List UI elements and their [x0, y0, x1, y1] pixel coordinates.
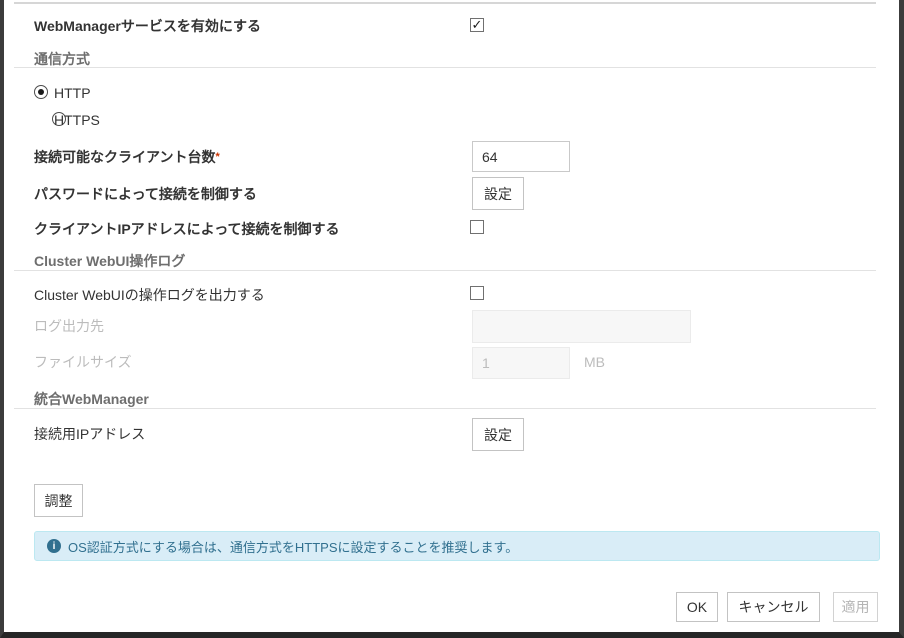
http-radio[interactable] — [34, 85, 48, 99]
password-settings-button[interactable]: 設定 — [472, 177, 524, 210]
info-icon: i — [47, 539, 61, 553]
webmanager-settings-dialog: WebManagerサービスを有効にする ✓ 通信方式 HTTP HTTPS 接… — [0, 0, 904, 638]
section-divider — [14, 270, 876, 271]
max-clients-label: 接続可能なクライアント台数* — [34, 149, 220, 165]
log-output-dir-label: ログ出力先 — [34, 318, 104, 334]
ok-button[interactable]: OK — [676, 592, 718, 622]
http-radio-label: HTTP — [54, 85, 91, 101]
connection-ip-settings-button[interactable]: 設定 — [472, 418, 524, 451]
file-size-input — [472, 347, 570, 379]
output-log-checkbox[interactable] — [470, 286, 484, 300]
password-control-label: パスワードによって接続を制御する — [34, 186, 257, 202]
info-banner: i OS認証方式にする場合は、通信方式をHTTPSに設定することを推奨します。 — [34, 531, 880, 561]
required-mark: * — [215, 151, 219, 163]
client-ip-control-label: クライアントIPアドレスによって接続を制御する — [34, 221, 340, 237]
tune-button[interactable]: 調整 — [34, 484, 83, 517]
section-divider — [14, 408, 876, 409]
enable-webmanager-checkbox[interactable]: ✓ — [470, 18, 484, 32]
info-banner-message: OS認証方式にする場合は、通信方式をHTTPSに設定することを推奨します。 — [68, 537, 518, 556]
section-title-communication-method: 通信方式 — [34, 51, 90, 67]
section-divider — [14, 67, 876, 68]
connection-ip-label: 接続用IPアドレス — [34, 426, 145, 442]
https-radio-label: HTTPS — [54, 112, 100, 128]
section-title-integrated-webmanager: 統合WebManager — [34, 391, 149, 407]
cancel-button[interactable]: キャンセル — [727, 592, 820, 622]
top-divider — [14, 2, 876, 4]
client-ip-control-checkbox[interactable] — [470, 220, 484, 234]
log-output-dir-input — [472, 310, 691, 343]
apply-button: 適用 — [833, 592, 878, 622]
enable-webmanager-label: WebManagerサービスを有効にする — [34, 18, 261, 34]
file-size-unit: MB — [584, 354, 605, 370]
file-size-label: ファイルサイズ — [34, 354, 132, 370]
output-log-label: Cluster WebUIの操作ログを出力する — [34, 287, 265, 303]
max-clients-input[interactable] — [472, 141, 570, 172]
check-icon: ✓ — [472, 18, 483, 31]
section-title-webui-log: Cluster WebUI操作ログ — [34, 253, 185, 269]
